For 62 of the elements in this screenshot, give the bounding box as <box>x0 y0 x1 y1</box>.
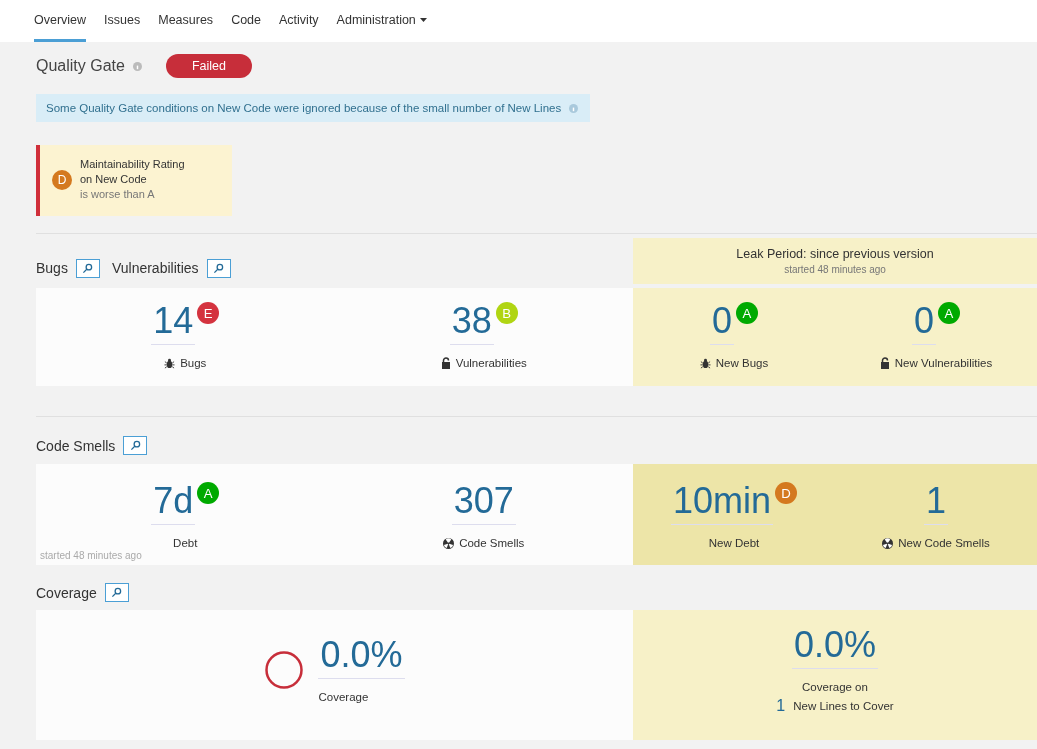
measure-label: Debt <box>173 537 198 549</box>
nav-tab[interactable]: Overview <box>34 13 87 42</box>
padlock-icon <box>440 357 451 369</box>
section-title: Vulnerabilities <box>111 260 199 276</box>
rating-badge: D <box>52 169 72 190</box>
condition-metric: Maintainability Rating <box>80 157 185 172</box>
condition-scope: on New Code <box>80 172 148 187</box>
nav-tab[interactable]: Code <box>231 13 261 42</box>
leak-period-title: Leak Period: since previous version <box>736 247 934 261</box>
measure-value[interactable]: 10min <box>670 482 774 525</box>
measure-label: Coverage on <box>802 681 868 693</box>
measure-value[interactable]: 307 <box>451 482 516 525</box>
measure-label: Code Smells <box>459 537 525 549</box>
section-title: Code Smells <box>36 437 116 454</box>
rating-badge: D <box>775 482 798 504</box>
radiation-icon <box>882 537 894 549</box>
measure-label: New Vulnerabilities <box>894 357 993 369</box>
nav-tab[interactable]: Administration <box>336 13 427 42</box>
started-note: started 48 minutes ago <box>40 550 142 561</box>
measure-label: New Lines to Cover <box>793 700 894 712</box>
rating-badge: E <box>197 302 220 324</box>
measure-value[interactable]: 1 <box>924 482 948 525</box>
rating-badge: B <box>495 302 518 324</box>
radiation-icon <box>443 537 455 549</box>
link-button[interactable] <box>75 258 100 278</box>
rating-badge: A <box>197 482 220 504</box>
measure-label: Bugs <box>180 357 207 369</box>
lines-value[interactable]: 1 <box>776 697 786 715</box>
section-title: Bugs <box>36 260 68 276</box>
measure-label: Vulnerabilities <box>455 357 527 369</box>
bug-icon <box>699 357 711 369</box>
coverage-ring-icon <box>264 649 305 690</box>
measure-value[interactable]: 38 <box>449 302 494 345</box>
quality-gate-title: Quality Gate <box>36 57 125 75</box>
condition-text: is worse than A <box>80 187 156 202</box>
measure-label: New Code Smells <box>898 537 990 549</box>
measure-label: New Bugs <box>715 357 769 369</box>
measure-value[interactable]: 0.0% <box>791 626 879 669</box>
nav-tab[interactable]: Measures <box>158 13 214 42</box>
rating-badge: A <box>938 302 960 324</box>
bug-icon <box>164 357 176 369</box>
help-icon <box>132 61 142 71</box>
link-button[interactable] <box>206 258 231 278</box>
nav-tab[interactable]: Issues <box>104 13 141 42</box>
section-title: Coverage <box>36 584 97 601</box>
padlock-icon <box>879 357 890 369</box>
measure-value[interactable]: 14 <box>151 302 196 345</box>
measure-label: Coverage <box>318 691 369 703</box>
measure-value[interactable]: 0.0% <box>318 636 405 679</box>
rating-badge: A <box>736 302 758 324</box>
notice-text: Some Quality Gate conditions on New Code were ignored because of the small number of New Lines <box>46 102 562 114</box>
measure-value[interactable]: 0 <box>710 302 734 345</box>
measure-label: New Debt <box>708 537 760 549</box>
measure-value[interactable]: 7d <box>151 482 196 525</box>
link-button[interactable] <box>104 583 129 602</box>
leak-period-subtitle: started 48 minutes ago <box>784 264 886 275</box>
nav-tab[interactable]: Activity <box>279 13 319 42</box>
help-icon <box>569 103 579 113</box>
caret-icon <box>419 18 427 22</box>
link-button[interactable] <box>123 436 148 455</box>
status-badge: Failed <box>165 54 252 78</box>
measure-value[interactable]: 0 <box>912 302 936 345</box>
